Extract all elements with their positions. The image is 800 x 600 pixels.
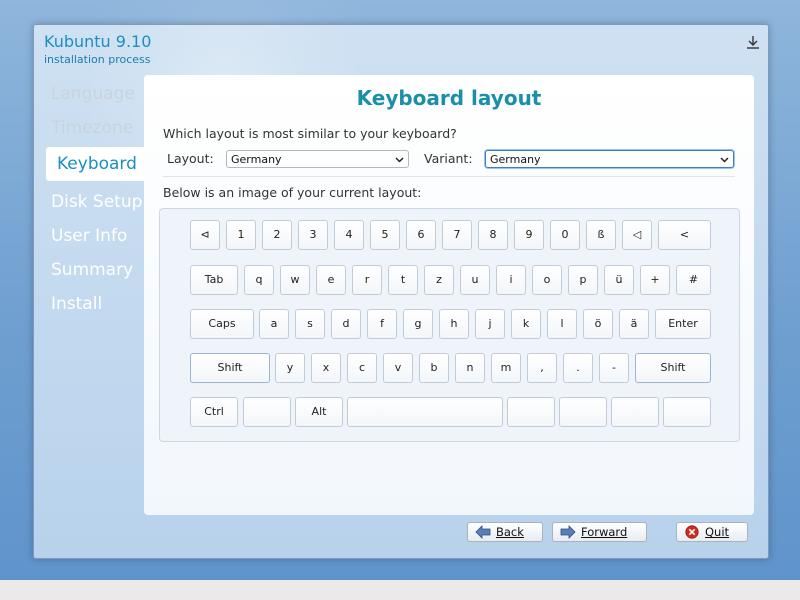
quit-button[interactable]: Quit [676,522,748,542]
key: m [491,353,521,383]
key: u [460,265,490,295]
key [611,397,659,427]
key: 5 [370,220,400,250]
forward-arrow-icon [560,525,576,539]
keyboard-layout-image: ⊲ 1 2 3 4 5 6 7 8 9 0 ß ◁ < Tab q w e r … [159,208,740,442]
key: z [424,265,454,295]
desktop-bottom-strip [0,580,800,600]
nav-item-user-info: User Info [51,226,128,246]
key: j [475,309,505,339]
variant-label: Variant: [424,151,473,166]
nav-item-summary: Summary [51,260,134,280]
key: + [640,265,670,295]
key [663,397,711,427]
layout-select-value: Germany [231,153,282,166]
back-button[interactable]: Back [467,522,543,542]
key: - [599,353,629,383]
forward-button[interactable]: Forward [552,522,647,542]
key: v [383,353,413,383]
key: 4 [334,220,364,250]
forward-button-label: Forward [581,525,628,539]
key: ä [619,309,649,339]
chevron-down-icon [395,157,404,163]
key: e [316,265,346,295]
key: s [295,309,325,339]
chevron-down-icon [720,157,729,163]
back-button-label: Back [496,525,524,539]
key: y [275,353,305,383]
variant-select[interactable]: Germany [485,150,734,168]
key: Tab [190,265,238,295]
key: i [496,265,526,295]
keyboard-image-caption: Below is an image of your current layout… [163,185,422,200]
key: , [527,353,557,383]
key: Ctrl [190,397,238,427]
back-arrow-icon [475,525,491,539]
key [347,397,503,427]
download-icon[interactable] [746,35,760,49]
key: Shift [190,353,270,383]
quit-button-label: Quit [705,525,730,539]
key: t [388,265,418,295]
key: l [547,309,577,339]
key: h [439,309,469,339]
key: k [511,309,541,339]
key: f [367,309,397,339]
key: Caps [190,309,254,339]
key: ◁ [622,220,652,250]
key: 0 [550,220,580,250]
key [507,397,555,427]
key: 2 [262,220,292,250]
steps-sidebar: Language Timezone Keyboard Disk Setup Us… [46,77,152,321]
key: o [532,265,562,295]
key: 1 [226,220,256,250]
key: 3 [298,220,328,250]
quit-icon [685,525,699,539]
key: Alt [295,397,343,427]
layout-question: Which layout is most similar to your key… [163,126,457,141]
key: 7 [442,220,472,250]
key: d [331,309,361,339]
key: p [568,265,598,295]
key: b [419,353,449,383]
key: g [403,309,433,339]
key: ⊲ [190,220,220,250]
key: c [347,353,377,383]
nav-item-keyboard: Keyboard [46,147,152,181]
key: 8 [478,220,508,250]
key: w [280,265,310,295]
nav-item-install: Install [51,294,103,314]
layout-select[interactable]: Germany [226,150,409,168]
key [243,397,291,427]
content-panel: Keyboard layout Which layout is most sim… [144,75,754,515]
variant-select-value: Germany [490,153,541,166]
key: a [259,309,289,339]
key: r [352,265,382,295]
key: 9 [514,220,544,250]
key: ö [583,309,613,339]
key: 6 [406,220,436,250]
key: q [244,265,274,295]
nav-item-disk-setup: Disk Setup [51,192,143,212]
nav-item-timezone: Timezone [51,118,134,138]
installer-window: Kubuntu 9.10 installation process Langua… [33,24,769,559]
app-title: Kubuntu 9.10 [44,32,152,51]
key: < [658,220,711,250]
nav-item-language: Language [51,84,135,104]
key: # [676,265,711,295]
key: Shift [635,353,711,383]
app-subtitle: installation process [44,53,151,66]
key: ü [604,265,634,295]
divider [163,176,735,177]
key: n [455,353,485,383]
key: . [563,353,593,383]
key [559,397,607,427]
key: Enter [655,309,711,339]
key: x [311,353,341,383]
page-title: Keyboard layout [356,86,542,110]
key: ß [586,220,616,250]
layout-label: Layout: [167,151,214,166]
